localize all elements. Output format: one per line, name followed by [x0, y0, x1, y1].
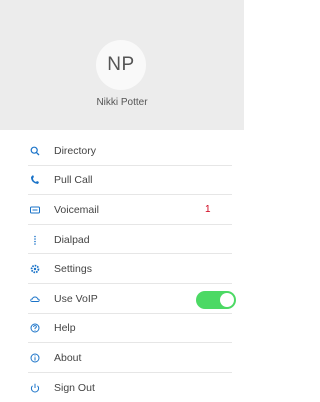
cloud-icon: [30, 294, 40, 304]
menu-item-label: Voicemail: [54, 203, 99, 216]
sign-out-icon: [30, 383, 40, 393]
menu-item-label: Settings: [54, 263, 92, 276]
menu-item-settings[interactable]: Settings: [0, 254, 244, 284]
menu-item-label: Pull Call: [54, 174, 93, 187]
menu-item-label: About: [54, 351, 82, 364]
menu-item-about[interactable]: About: [0, 343, 244, 373]
menu-item-label: Directory: [54, 144, 97, 157]
menu-item-label: Use VoIP: [54, 292, 98, 305]
profile-header: NP Nikki Potter: [0, 0, 244, 130]
side-menu: Directory Pull Call Voicemail 1 Dialpad: [0, 136, 244, 402]
phone-transfer-icon: [30, 175, 40, 185]
voicemail-icon: [30, 205, 40, 215]
menu-item-label: Dialpad: [54, 233, 90, 246]
voicemail-count-badge: 1: [205, 204, 211, 216]
menu-item-directory[interactable]: Directory: [0, 136, 244, 166]
gear-icon: [30, 264, 40, 274]
menu-item-sign-out[interactable]: Sign Out: [0, 373, 244, 402]
avatar-initials: NP: [107, 54, 135, 75]
use-voip-toggle[interactable]: [196, 290, 236, 309]
menu-item-help[interactable]: Help: [0, 314, 244, 344]
menu-item-label: Sign Out: [54, 381, 95, 394]
search-icon: [30, 146, 40, 156]
menu-item-use-voip: Use VoIP: [0, 284, 244, 314]
dialpad-icon: [30, 235, 40, 245]
menu-item-label: Help: [54, 322, 76, 335]
info-icon: [30, 353, 40, 363]
user-name: Nikki Potter: [96, 97, 148, 108]
avatar[interactable]: NP: [96, 40, 146, 90]
menu-item-voicemail[interactable]: Voicemail 1: [0, 195, 244, 225]
menu-item-dialpad[interactable]: Dialpad: [0, 225, 244, 255]
help-icon: [30, 323, 40, 333]
toggle-knob: [220, 292, 234, 307]
menu-item-pull-call[interactable]: Pull Call: [0, 166, 244, 196]
